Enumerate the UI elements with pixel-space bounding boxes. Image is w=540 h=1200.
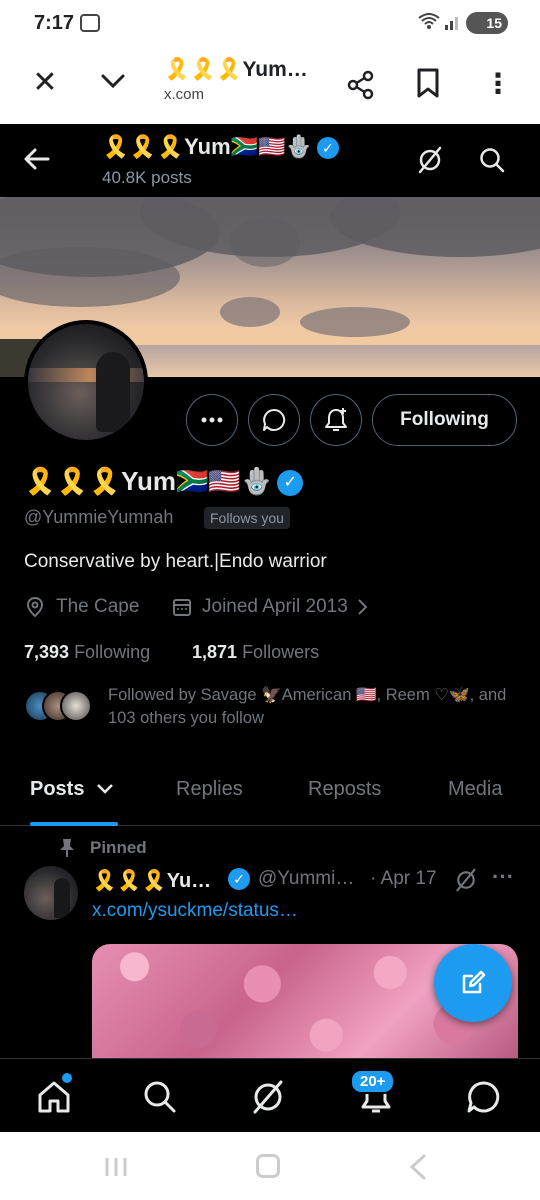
search-icon[interactable] bbox=[142, 1079, 178, 1115]
joined-text: Joined April 2013 bbox=[202, 596, 348, 617]
followers-count: 1,871 bbox=[192, 642, 238, 662]
profile-location: The Cape bbox=[24, 596, 139, 618]
following-count: 7,393 bbox=[24, 642, 70, 662]
follows-you-badge: Follows you bbox=[204, 507, 290, 529]
tab-posts[interactable]: Posts bbox=[30, 778, 114, 801]
profile-top-bar: 🎗️🎗️🎗️Yum🇿🇦🇺🇸🪬 ✓ 40.8K posts bbox=[0, 124, 540, 197]
following-label: Following bbox=[74, 642, 151, 662]
more-options-button[interactable] bbox=[186, 394, 238, 446]
recents-icon[interactable] bbox=[104, 1156, 128, 1178]
grok-icon[interactable] bbox=[250, 1079, 286, 1115]
chevron-down-icon[interactable] bbox=[98, 66, 128, 96]
profile-joined[interactable]: Joined April 2013 bbox=[172, 596, 380, 618]
chevron-down-icon bbox=[97, 784, 113, 794]
location-text: The Cape bbox=[56, 596, 140, 617]
post-author-avatar[interactable] bbox=[24, 866, 78, 920]
wifi-icon bbox=[418, 12, 440, 35]
status-time: 7:17 bbox=[34, 12, 75, 34]
header-name-text: 🎗️🎗️🎗️Yum🇿🇦🇺🇸🪬 bbox=[102, 134, 313, 159]
signal-icon bbox=[444, 13, 462, 34]
screen-capture-icon bbox=[80, 14, 100, 32]
share-icon[interactable] bbox=[346, 70, 376, 100]
bottom-navigation: 20+ bbox=[0, 1058, 540, 1132]
profile-tabs: Posts Replies Reposts Media bbox=[0, 760, 540, 826]
followers-stat[interactable]: 1,871 Followers bbox=[192, 642, 319, 663]
browser-title-box[interactable]: 🎗️🎗️🎗️Yum… x.com bbox=[164, 58, 308, 103]
pinned-label-row: Pinned bbox=[58, 838, 147, 858]
pin-icon bbox=[60, 839, 74, 857]
notifications-button[interactable] bbox=[310, 394, 362, 446]
followers-label: Followers bbox=[242, 642, 320, 662]
bell-plus-icon bbox=[325, 408, 347, 431]
profile-bio: Conservative by heart.|Endo warrior bbox=[24, 551, 327, 572]
tab-replies[interactable]: Replies bbox=[176, 778, 243, 801]
followed-by-avatars[interactable] bbox=[24, 690, 94, 724]
post-more-icon[interactable]: ··· bbox=[492, 864, 514, 890]
page-url: x.com bbox=[164, 86, 205, 103]
page-title: 🎗️🎗️🎗️Yum… bbox=[164, 58, 308, 81]
browser-toolbar: ✕ 🎗️🎗️🎗️Yum… x.com ⋮ bbox=[0, 46, 540, 124]
post-author-name[interactable]: 🎗️🎗️🎗️Yu… bbox=[92, 868, 211, 893]
battery-indicator: 15 bbox=[466, 12, 508, 34]
following-button[interactable]: Following bbox=[372, 394, 517, 446]
compose-icon bbox=[462, 970, 486, 994]
home-unread-dot bbox=[62, 1073, 72, 1083]
verified-badge-icon[interactable]: ✓ bbox=[277, 470, 304, 497]
header-profile-name: 🎗️🎗️🎗️Yum🇿🇦🇺🇸🪬 ✓ bbox=[102, 134, 339, 160]
calendar-icon bbox=[173, 599, 191, 616]
tab-reposts[interactable]: Reposts bbox=[308, 778, 381, 801]
pinned-text: Pinned bbox=[90, 838, 147, 857]
active-tab-indicator bbox=[30, 822, 118, 826]
search-icon[interactable] bbox=[478, 146, 506, 174]
home-button-icon[interactable] bbox=[256, 1154, 280, 1178]
post-date[interactable]: · Apr 17 bbox=[370, 868, 437, 890]
message-icon[interactable] bbox=[466, 1079, 502, 1115]
post-author-handle[interactable]: @Yummi… bbox=[258, 868, 354, 890]
location-icon bbox=[26, 596, 44, 618]
post-count: 40.8K posts bbox=[102, 168, 192, 187]
back-arrow-icon[interactable] bbox=[22, 144, 52, 174]
back-icon[interactable] bbox=[408, 1154, 428, 1180]
verified-badge-icon: ✓ bbox=[316, 137, 339, 160]
followed-by-text[interactable]: Followed by Savage 🦅American 🇺🇸, Reem ♡🦋… bbox=[108, 684, 518, 730]
status-bar: 7:17 15 bbox=[0, 0, 540, 46]
post-link[interactable]: x.com/ysuckme/status… bbox=[92, 900, 298, 922]
tab-posts-label: Posts bbox=[30, 778, 85, 800]
notification-count-badge: 20+ bbox=[350, 1069, 396, 1094]
system-navigation-bar bbox=[0, 1132, 540, 1200]
profile-handle: @YummieYumnah bbox=[24, 507, 174, 527]
home-icon[interactable] bbox=[36, 1079, 72, 1115]
following-stat[interactable]: 7,393 Following bbox=[24, 642, 150, 663]
more-vert-icon[interactable]: ⋮ bbox=[484, 66, 512, 102]
bookmark-icon[interactable] bbox=[416, 68, 440, 98]
more-icon bbox=[201, 417, 223, 423]
grok-icon[interactable] bbox=[454, 868, 478, 892]
message-icon bbox=[263, 408, 286, 431]
close-icon[interactable]: ✕ bbox=[30, 68, 60, 98]
message-button[interactable] bbox=[248, 394, 300, 446]
verified-badge-icon: ✓ bbox=[228, 868, 250, 890]
profile-avatar[interactable] bbox=[24, 320, 148, 444]
chevron-right-icon bbox=[358, 599, 368, 615]
tab-media[interactable]: Media bbox=[448, 778, 502, 801]
profile-display-name: 🎗️🎗️🎗️Yum🇿🇦🇺🇸🪬 ✓ bbox=[24, 466, 304, 497]
compose-button[interactable] bbox=[434, 944, 512, 1022]
display-name-text: 🎗️🎗️🎗️Yum🇿🇦🇺🇸🪬 bbox=[24, 466, 274, 496]
grok-icon[interactable] bbox=[416, 146, 444, 174]
